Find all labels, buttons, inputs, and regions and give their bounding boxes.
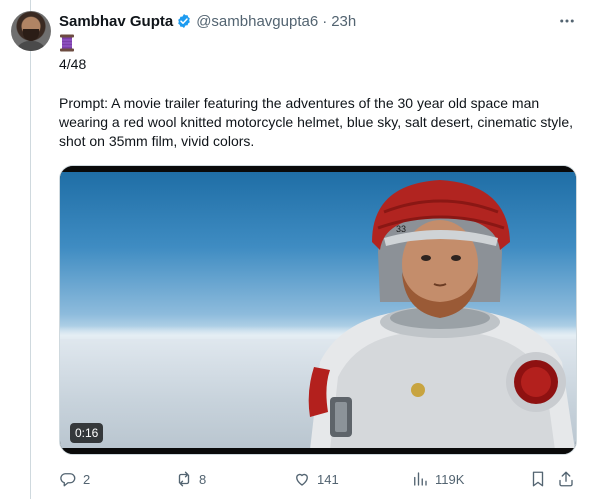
views-button[interactable]: 119K <box>411 468 464 490</box>
reply-button[interactable]: 2 <box>59 468 90 490</box>
avatar[interactable] <box>11 11 51 51</box>
heart-icon <box>296 473 308 486</box>
bookmark-icon <box>532 471 544 487</box>
tweet-text: Prompt: A movie trailer featuring the ad… <box>59 95 574 149</box>
timestamp[interactable]: 23h <box>331 13 356 30</box>
video-duration-badge: 0:16 <box>70 423 104 443</box>
bookmark-button[interactable] <box>529 468 547 490</box>
tweet-actions: 2 8 141 119K <box>59 468 579 490</box>
author-name[interactable]: Sambhav Gupta <box>59 13 173 30</box>
repost-count: 8 <box>199 471 207 487</box>
more-icon[interactable] <box>558 12 576 30</box>
tweet-counter: 4/48 <box>59 56 87 72</box>
avatar-shirt <box>15 41 47 51</box>
views-count: 119K <box>435 471 465 487</box>
verified-badge-icon <box>176 13 192 29</box>
thread-spool-emoji <box>59 34 75 52</box>
thread-rail <box>30 0 31 499</box>
avatar-beard <box>23 29 39 41</box>
like-button[interactable]: 141 <box>293 468 339 490</box>
separator-dot: · <box>322 12 328 30</box>
astronaut-figure: 33 <box>308 180 575 450</box>
share-button[interactable] <box>557 468 575 490</box>
tweet-header: Sambhav Gupta @sambhavgupta6 · 23h <box>59 11 356 31</box>
svg-text:33: 33 <box>396 224 406 234</box>
letterbox-bottom <box>60 448 576 454</box>
share-icon <box>559 471 573 487</box>
reply-count: 2 <box>83 471 91 487</box>
author-handle[interactable]: @sambhavgupta6 <box>196 13 318 30</box>
video-player[interactable]: 33 <box>59 165 577 455</box>
views-chart-icon <box>414 472 427 486</box>
reply-icon <box>60 473 76 487</box>
repost-icon <box>178 471 190 487</box>
repost-button[interactable]: 8 <box>175 468 206 490</box>
like-count: 141 <box>317 471 339 487</box>
